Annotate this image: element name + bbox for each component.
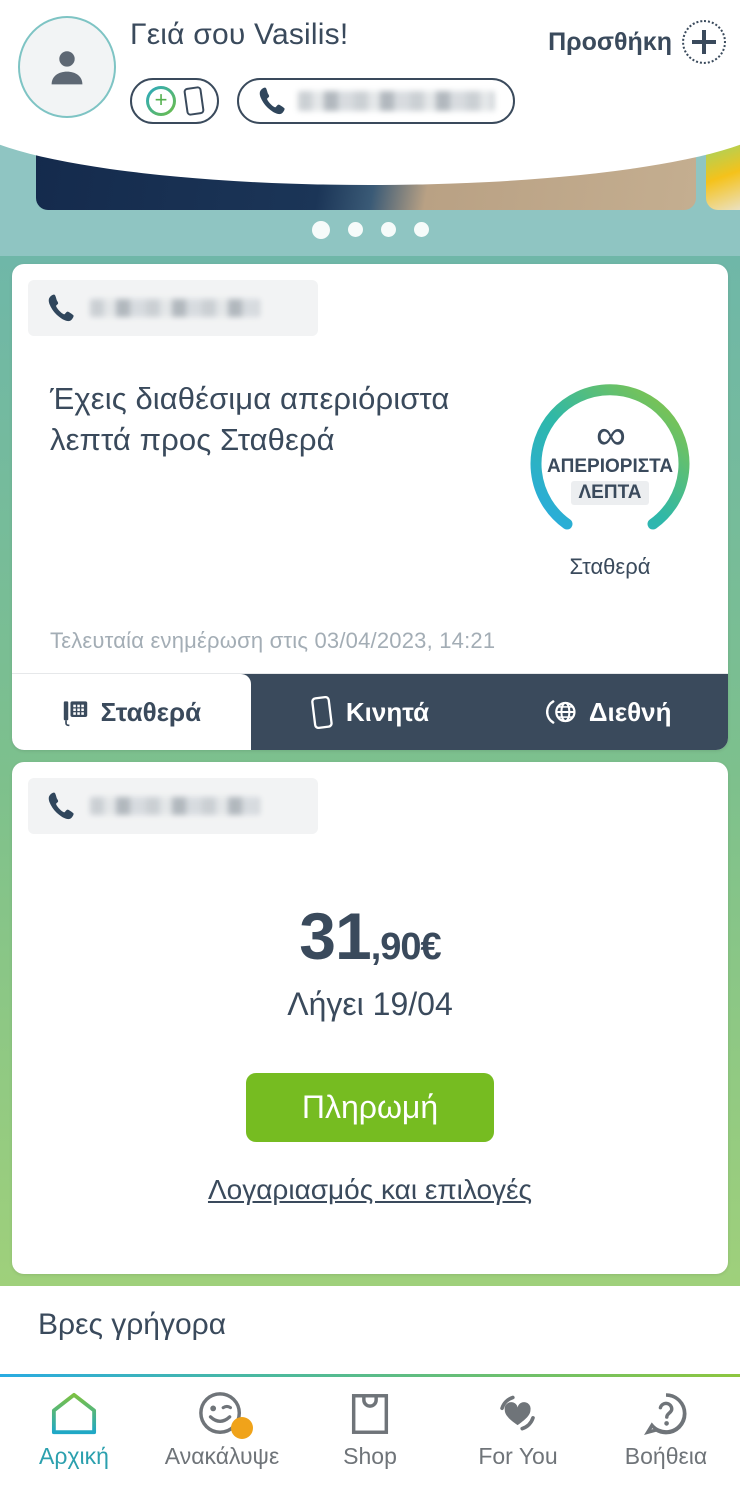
plus-gradient-icon: + — [146, 86, 176, 116]
bill-amount-integer: 31 — [299, 899, 371, 973]
question-bubble-icon-wrap — [642, 1387, 690, 1441]
nav-item-discover-label: Ανακάλυψε — [164, 1443, 280, 1469]
add-line-button[interactable]: Προσθήκη — [548, 20, 726, 64]
last-update-text: Τελευταία ενημέρωση στις 03/04/2023, 14:… — [50, 628, 496, 653]
usage-tabs[interactable]: Σταθερά Κινητά Διεθνή — [12, 674, 728, 750]
tab-diethni[interactable]: Διεθνή — [489, 674, 728, 750]
infinity-icon: ∞ — [596, 411, 626, 459]
usage-gauge-ring: ∞ ΑΠΕΡΙΟΡΙΣΤΑ ΛΕΠΤΑ — [521, 372, 699, 550]
header: Γειά σου Vasilis! Προσθήκη + — [0, 0, 740, 150]
carousel-dot-1[interactable] — [311, 221, 330, 239]
nav-item-home-label: Αρχική — [39, 1443, 109, 1469]
phone-number-chip[interactable] — [237, 78, 515, 124]
nav-item-foryou-label: For You — [478, 1443, 558, 1469]
wink-smiley-icon-wrap — [197, 1387, 253, 1441]
tab-kinita-label: Κινητά — [345, 696, 430, 727]
account-options-link[interactable]: Λογαριασμός και επιλογές — [12, 1174, 728, 1206]
bill-amount: 31,90€ — [12, 898, 728, 974]
tab-diethni-label: Διεθνή — [588, 696, 672, 727]
phone-handset-icon — [48, 294, 74, 322]
tab-kinita[interactable]: Κινητά — [251, 674, 490, 750]
usage-gauge-sublabel: Σταθερά — [569, 554, 651, 579]
carousel-dot-3[interactable] — [380, 222, 396, 237]
add-line-label: Προσθήκη — [548, 27, 672, 56]
carousel-dot-4[interactable] — [413, 222, 429, 237]
nav-item-help[interactable]: Βοήθεια — [592, 1377, 740, 1495]
mobile-phone-icon — [311, 695, 333, 729]
carousel-dot-2[interactable] — [347, 222, 363, 237]
discover-badge-dot — [231, 1417, 253, 1439]
nav-item-home[interactable]: Αρχική — [0, 1377, 148, 1495]
usage-gauge-content: ∞ ΑΠΕΡΙΟΡΙΣΤΑ ΛΕΠΤΑ — [521, 372, 699, 550]
bill-expiry: Λήγει 19/04 — [287, 986, 453, 1022]
pay-button[interactable]: Πληρωμή — [245, 1073, 495, 1142]
usage-card-title: Έχεις διαθέσιμα απεριόριστα λεπτά προς Σ… — [50, 381, 450, 458]
carousel-dots[interactable] — [0, 221, 740, 239]
phone-handset-icon — [48, 792, 74, 820]
bill-card: 31,90€ Λήγει 19/04 Πληρωμή Λογαριασμός κ… — [12, 762, 728, 1274]
usage-msisdn-redacted — [90, 299, 260, 317]
nav-item-foryou[interactable]: For You — [444, 1377, 592, 1495]
phone-number-redacted — [298, 91, 494, 111]
usage-card-msisdn[interactable] — [28, 280, 318, 336]
find-quickly-title: Βρες γρήγορα — [38, 1308, 227, 1341]
add-line-chip[interactable]: + — [130, 78, 219, 124]
line-chips: + — [130, 78, 515, 124]
heart-loop-icon-wrap — [494, 1387, 542, 1441]
question-bubble-icon — [644, 1393, 687, 1436]
tab-stathera[interactable]: Σταθερά — [12, 674, 251, 750]
heart-loop-icon — [500, 1395, 535, 1431]
usage-gauge-unit: ΛΕΠΤΑ — [570, 480, 650, 505]
globe-call-icon — [545, 700, 576, 724]
person-icon — [51, 51, 83, 85]
nav-item-shop[interactable]: Shop — [296, 1377, 444, 1495]
nav-item-help-label: Βοήθεια — [624, 1443, 708, 1469]
usage-gauge-label: ΑΠΕΡΙΟΡΙΣΤΑ — [546, 455, 674, 477]
mobile-phone-icon — [183, 85, 205, 117]
plus-circle-dotted-icon[interactable] — [682, 20, 726, 64]
usage-card-body: Έχεις διαθέσιμα απεριόριστα λεπτά προς Σ… — [12, 336, 728, 580]
greeting-text: Γειά σου Vasilis! — [130, 18, 349, 51]
app-screen: Γειά σου Vasilis! Προσθήκη + Έχεις διαθέ… — [0, 0, 740, 1495]
pay-button-wrap: Πληρωμή — [12, 1073, 728, 1142]
shopping-bag-icon-wrap — [348, 1387, 392, 1441]
phone-handset-icon — [259, 87, 285, 115]
usage-gauge: ∞ ΑΠΕΡΙΟΡΙΣΤΑ ΛΕΠΤΑ Σταθερά — [516, 372, 704, 580]
home-icon-wrap — [49, 1387, 99, 1441]
bill-amount-decimal: ,90€ — [370, 926, 442, 968]
deskphone-icon — [63, 700, 87, 726]
find-quickly-section: Βρες γρήγορα — [0, 1286, 740, 1374]
usage-card: Έχεις διαθέσιμα απεριόριστα λεπτά προς Σ… — [12, 264, 728, 750]
bill-card-msisdn[interactable] — [28, 778, 318, 834]
home-icon — [51, 1392, 97, 1435]
avatar[interactable] — [18, 16, 116, 118]
bill-msisdn-redacted — [90, 797, 260, 815]
tab-stathera-label: Σταθερά — [100, 696, 202, 727]
nav-item-discover[interactable]: Ανακάλυψε — [148, 1377, 296, 1495]
shopping-bag-icon — [351, 1394, 389, 1434]
bottom-navigation[interactable]: Αρχική Ανακάλυψε Shop For You Βοήθεια — [0, 1377, 740, 1495]
nav-item-shop-label: Shop — [343, 1443, 397, 1469]
